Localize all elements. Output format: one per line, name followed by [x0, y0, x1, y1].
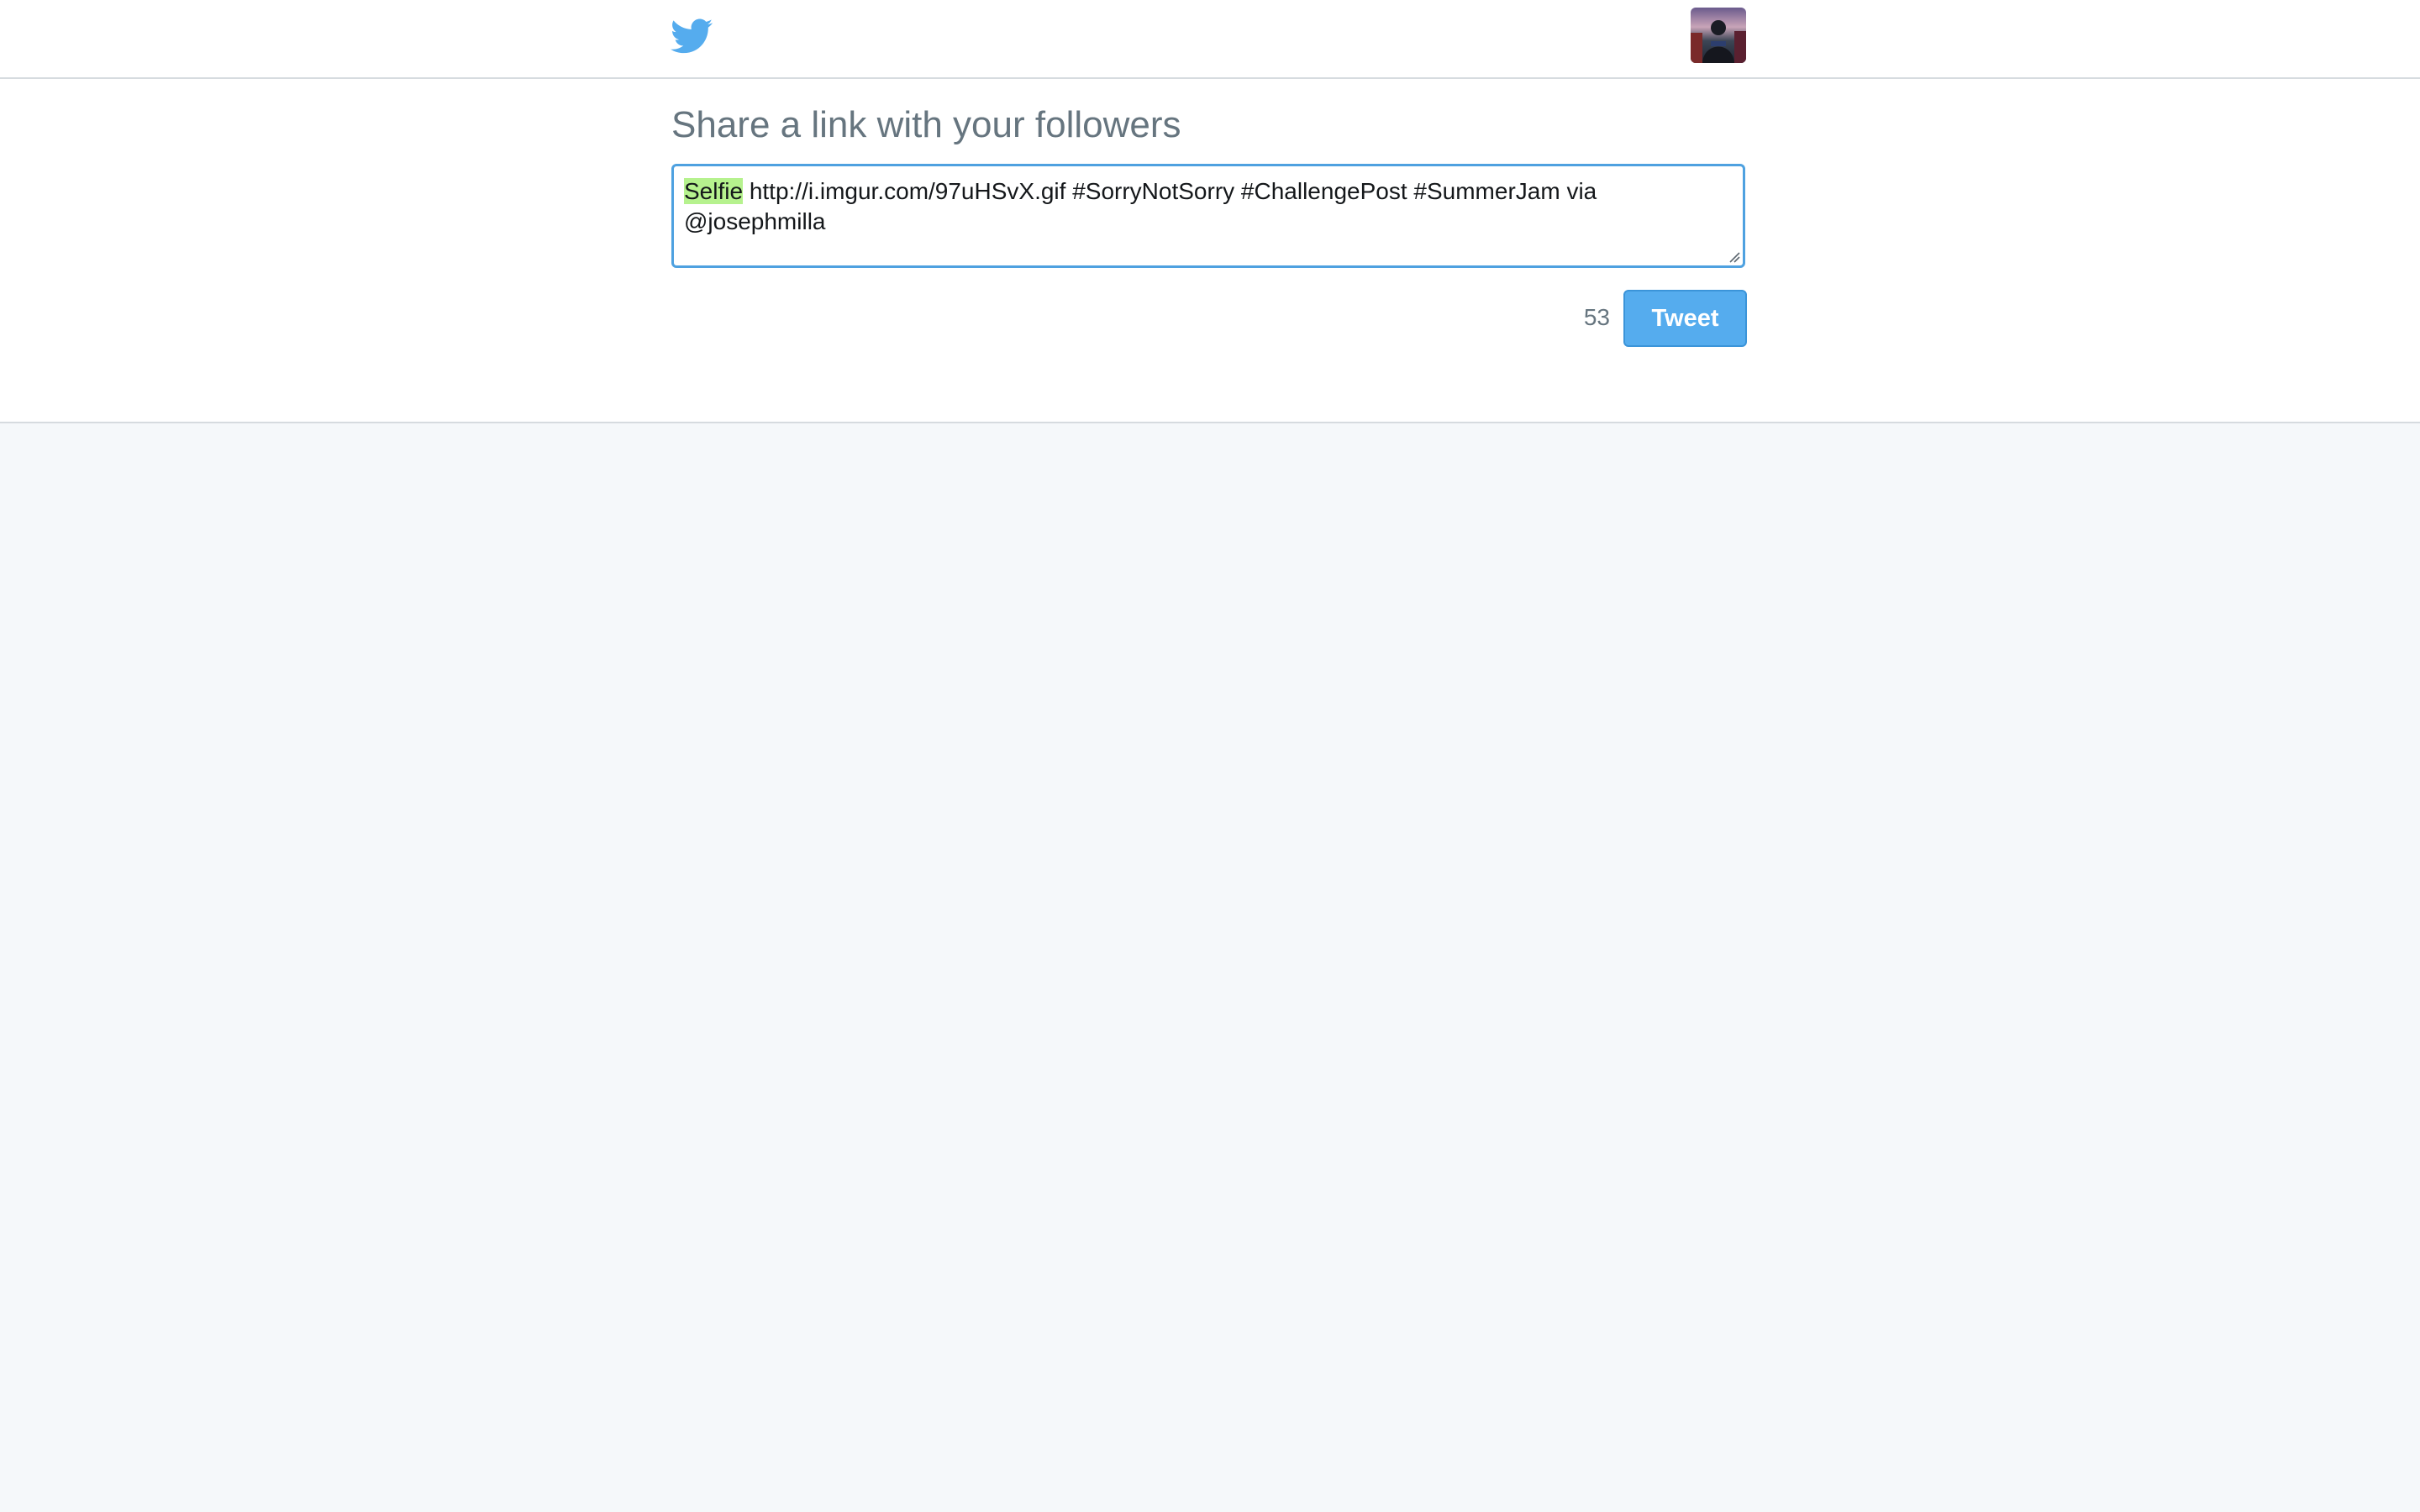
tweet-button[interactable]: Tweet [1623, 290, 1747, 347]
compose-panel: Share a link with your followers Selfie … [0, 79, 2420, 423]
resize-handle-icon[interactable] [1727, 249, 1740, 263]
character-counter: 53 [1583, 304, 1610, 330]
highlighted-text: Selfie [684, 178, 744, 204]
top-navigation-bar [0, 0, 2420, 79]
tweet-text: http://i.imgur.com/97uHSvX.gif #SorryNot… [684, 178, 1597, 234]
tweet-textarea[interactable]: Selfie http://i.imgur.com/97uHSvX.gif #S… [671, 164, 1745, 268]
twitter-bird-icon[interactable] [671, 18, 713, 55]
user-avatar[interactable] [1691, 8, 1746, 63]
page-background [0, 423, 2420, 1512]
page-title: Share a link with your followers [671, 104, 1181, 145]
